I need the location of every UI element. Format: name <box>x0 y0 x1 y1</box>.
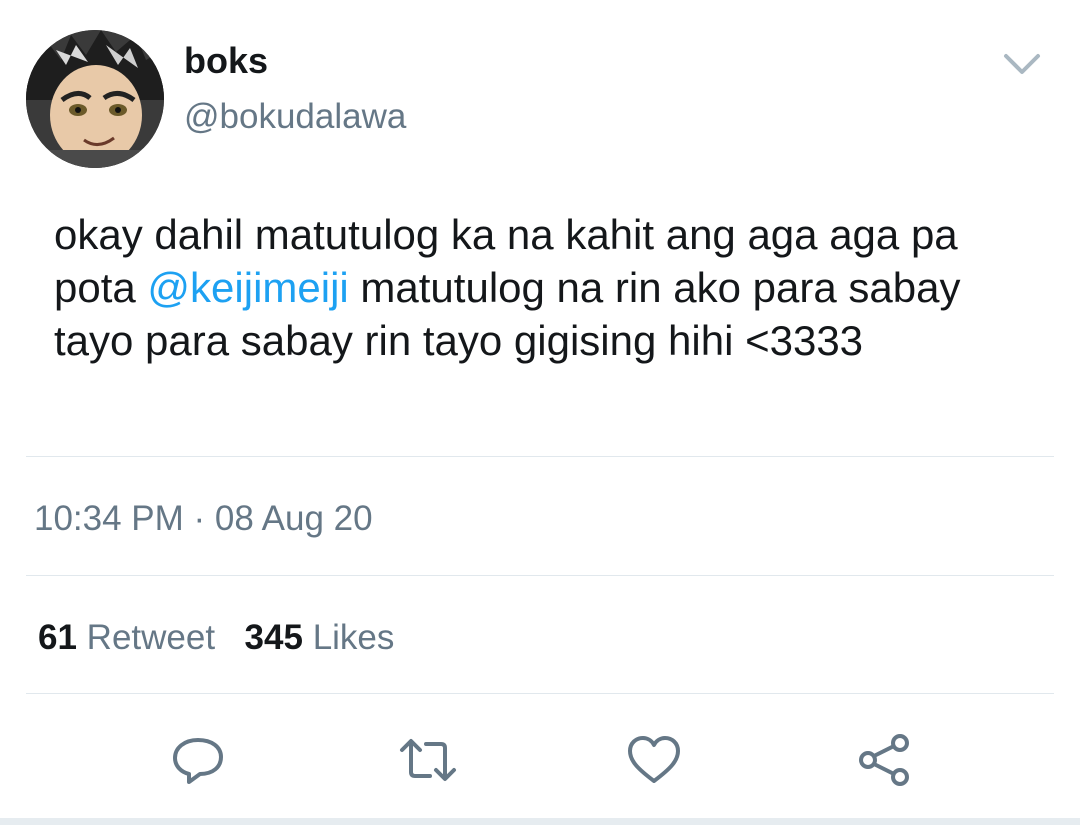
tweet-text: okay dahil matutulog ka na kahit ang aga… <box>54 208 1044 367</box>
bottom-separator <box>0 818 1080 825</box>
retweet-label[interactable]: Retweet <box>87 618 215 657</box>
like-count[interactable]: 345 <box>245 618 303 657</box>
heart-icon <box>628 736 680 783</box>
divider <box>26 693 1054 694</box>
divider <box>26 575 1054 576</box>
tweet-stats: 61 Retweet 345 Likes <box>38 617 394 659</box>
avatar[interactable] <box>26 30 164 168</box>
divider <box>26 456 1054 457</box>
mention-link[interactable]: @keijimeiji <box>147 264 348 311</box>
avatar-image <box>26 30 164 168</box>
share-button[interactable] <box>856 734 912 786</box>
reply-button[interactable] <box>170 734 226 786</box>
display-name[interactable]: boks <box>184 40 268 82</box>
retweet-icon <box>400 739 456 781</box>
reply-icon <box>173 738 223 784</box>
retweet-button[interactable] <box>398 734 456 786</box>
like-label[interactable]: Likes <box>313 618 395 657</box>
retweet-count[interactable]: 61 <box>38 618 77 657</box>
share-icon <box>859 734 909 786</box>
chevron-down-icon[interactable] <box>1000 48 1044 80</box>
user-handle[interactable]: @bokudalawa <box>184 96 406 138</box>
like-button[interactable] <box>626 734 682 786</box>
tweet-timestamp: 10:34 PM · 08 Aug 20 <box>34 499 373 538</box>
